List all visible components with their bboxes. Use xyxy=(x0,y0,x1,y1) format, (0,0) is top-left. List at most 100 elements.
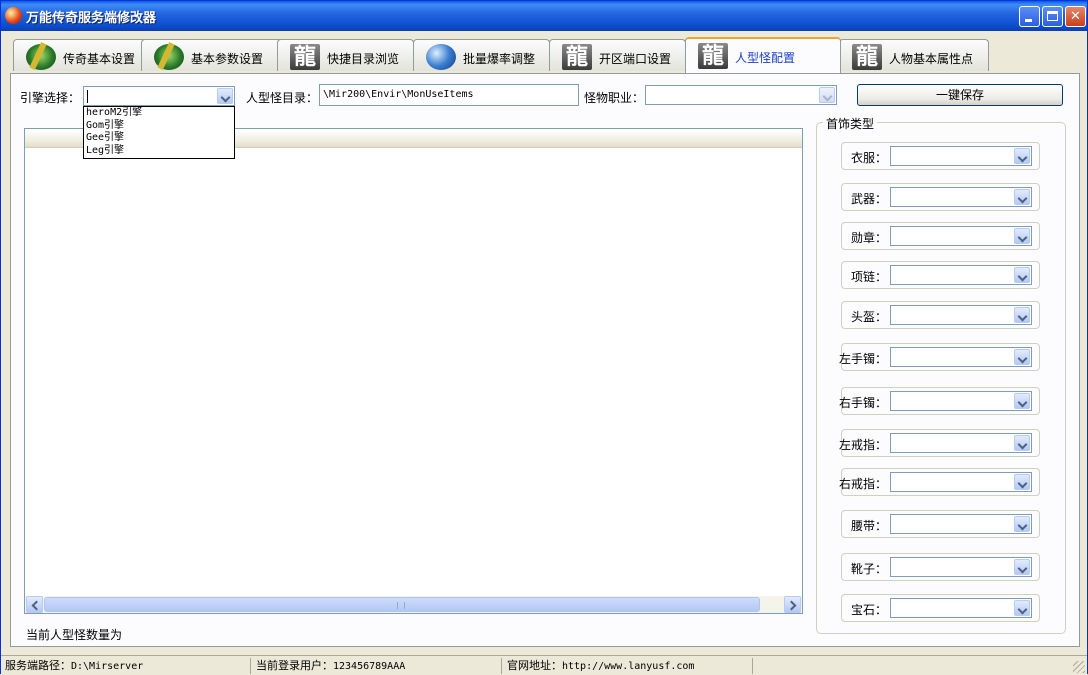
status-value: http://www.lanyusf.com xyxy=(562,661,695,672)
slot-label: 左戒指： xyxy=(838,438,887,452)
engine-option[interactable]: Gee引擎 xyxy=(84,132,234,145)
tab-strip: 传奇基本设置 基本参数设置 龍 快捷目录浏览 批量爆率调整 龍 开区端口设置 龍… xyxy=(1,37,1088,73)
slot-label: 左手镯： xyxy=(838,352,887,366)
status-bar: 服务端路径：D:\Mirserver 当前登录用户：123456789AAA 官… xyxy=(1,655,1087,674)
status-value: 123456789AAA xyxy=(333,661,406,672)
tab-label: 人型怪配置 xyxy=(735,51,796,65)
grip-icon xyxy=(397,602,405,609)
slot-label: 右手镯： xyxy=(838,396,887,410)
status-label: 当前登录用户： xyxy=(256,659,333,672)
status-value: D:\Mirserver xyxy=(71,661,144,672)
chevron-down-icon[interactable] xyxy=(1014,307,1030,323)
tab-server-ports[interactable]: 龍 开区端口设置 xyxy=(549,39,686,71)
slot-label: 靴子： xyxy=(850,562,887,576)
engine-select[interactable] xyxy=(83,86,235,106)
engine-option[interactable]: Leg引擎 xyxy=(84,145,234,158)
close-button[interactable]: ✕ xyxy=(1065,6,1086,27)
slot-label: 腰带： xyxy=(850,519,887,533)
slot-left-bracelet: 左手镯： xyxy=(838,343,1040,371)
slot-label: 宝石： xyxy=(850,603,887,617)
medal-select[interactable] xyxy=(890,226,1032,246)
chevron-down-icon[interactable] xyxy=(1014,148,1030,164)
belt-select[interactable] xyxy=(890,514,1032,534)
gem-select[interactable] xyxy=(890,598,1032,618)
slot-label: 衣服： xyxy=(850,151,887,165)
horizontal-scrollbar[interactable] xyxy=(25,596,802,613)
slot-label: 武器： xyxy=(850,192,887,206)
main-window: 万能传奇服务端修改器 ✕ 传奇基本设置 基本参数设置 龍 快捷目录浏览 批量爆率… xyxy=(0,0,1088,674)
slot-label: 右戒指： xyxy=(838,477,887,491)
slot-medal: 勋章： xyxy=(841,222,1040,250)
resize-grip-icon[interactable] xyxy=(1073,661,1085,673)
status-label: 官网地址： xyxy=(507,659,562,672)
job-label: 怪物职业： xyxy=(584,91,645,105)
dragon-char-icon: 龍 xyxy=(290,44,320,70)
chevron-down-icon[interactable] xyxy=(217,88,233,104)
engine-label: 引擎选择： xyxy=(20,91,81,105)
chevron-down-icon[interactable] xyxy=(1014,393,1030,409)
minimize-button[interactable] xyxy=(1019,6,1040,27)
slot-label: 头盔： xyxy=(850,310,887,324)
maximize-icon xyxy=(1047,11,1058,21)
slot-boots: 靴子： xyxy=(841,553,1040,581)
tab-label: 开区端口设置 xyxy=(599,52,672,66)
right-ring-select[interactable] xyxy=(890,472,1032,492)
slot-label: 勋章： xyxy=(850,231,887,245)
tab-label: 批量爆率调整 xyxy=(463,52,536,66)
slot-belt: 腰带： xyxy=(841,510,1040,538)
scroll-thumb[interactable] xyxy=(44,597,760,612)
status-website: 官网地址：http://www.lanyusf.com xyxy=(503,658,753,674)
maximize-button[interactable] xyxy=(1042,6,1063,27)
boots-select[interactable] xyxy=(890,557,1032,577)
app-icon[interactable] xyxy=(5,7,22,24)
chevron-down-icon[interactable] xyxy=(1014,228,1030,244)
engine-option[interactable]: Gom引擎 xyxy=(84,120,234,133)
dir-label: 人型怪目录： xyxy=(246,91,319,105)
necklace-select[interactable] xyxy=(890,265,1032,285)
engine-dropdown-list[interactable]: heroM2引擎 Gom引擎 Gee引擎 Leg引擎 xyxy=(83,106,235,159)
minimize-icon xyxy=(1025,19,1032,22)
tab-label: 传奇基本设置 xyxy=(63,52,136,66)
chevron-down-icon[interactable] xyxy=(1014,559,1030,575)
chevron-down-icon[interactable] xyxy=(1014,600,1030,616)
monster-dir-input[interactable]: \Mir200\Envir\MonUseItems xyxy=(319,84,579,106)
left-ring-select[interactable] xyxy=(890,433,1032,453)
slot-right-bracelet: 右手镯： xyxy=(838,387,1040,415)
close-icon: ✕ xyxy=(1070,9,1081,24)
chevron-down-icon[interactable] xyxy=(1014,435,1030,451)
tab-char-attributes[interactable]: 龍 人物基本属性点 xyxy=(839,39,989,71)
clothes-select[interactable] xyxy=(890,146,1032,166)
title-bar[interactable]: 万能传奇服务端修改器 ✕ xyxy=(1,1,1087,31)
save-all-button[interactable]: 一键保存 xyxy=(857,84,1063,106)
weapon-select[interactable] xyxy=(890,187,1032,207)
slot-right-ring: 右戒指： xyxy=(838,468,1040,496)
helmet-select[interactable] xyxy=(890,305,1032,325)
chevron-down-icon[interactable] xyxy=(1014,267,1030,283)
monster-list[interactable] xyxy=(24,128,803,614)
dragon-char-icon: 龍 xyxy=(698,43,728,69)
chevron-down-icon[interactable] xyxy=(1014,189,1030,205)
scroll-right-icon[interactable] xyxy=(784,596,801,613)
scroll-left-icon[interactable] xyxy=(26,596,43,613)
left-bracelet-select[interactable] xyxy=(890,347,1032,367)
window-title: 万能传奇服务端修改器 xyxy=(26,11,157,26)
tab-quick-dirs[interactable]: 龍 快捷目录浏览 xyxy=(277,39,414,71)
tab-basic-params[interactable]: 基本参数设置 xyxy=(141,39,283,71)
slot-helmet: 头盔： xyxy=(841,301,1040,329)
status-server-path: 服务端路径：D:\Mirserver xyxy=(1,658,251,674)
chevron-down-icon[interactable] xyxy=(1014,516,1030,532)
chevron-down-icon[interactable] xyxy=(1014,474,1030,490)
chevron-down-icon[interactable] xyxy=(819,87,835,103)
engine-option[interactable]: heroM2引擎 xyxy=(84,107,234,120)
chevron-down-icon[interactable] xyxy=(1014,349,1030,365)
monster-job-select[interactable] xyxy=(645,85,837,105)
status-current-user: 当前登录用户：123456789AAA xyxy=(252,658,502,674)
green-warrior-icon xyxy=(154,44,184,70)
tab-legend-basic[interactable]: 传奇基本设置 xyxy=(13,39,153,71)
dragon-char-icon: 龍 xyxy=(852,44,882,70)
right-bracelet-select[interactable] xyxy=(890,391,1032,411)
tab-drop-rate[interactable]: 批量爆率调整 xyxy=(413,39,550,71)
slot-necklace: 项链： xyxy=(841,261,1040,289)
dragon-char-icon: 龍 xyxy=(562,44,592,70)
tab-humanoid-monster[interactable]: 龍 人型怪配置 xyxy=(685,37,841,73)
